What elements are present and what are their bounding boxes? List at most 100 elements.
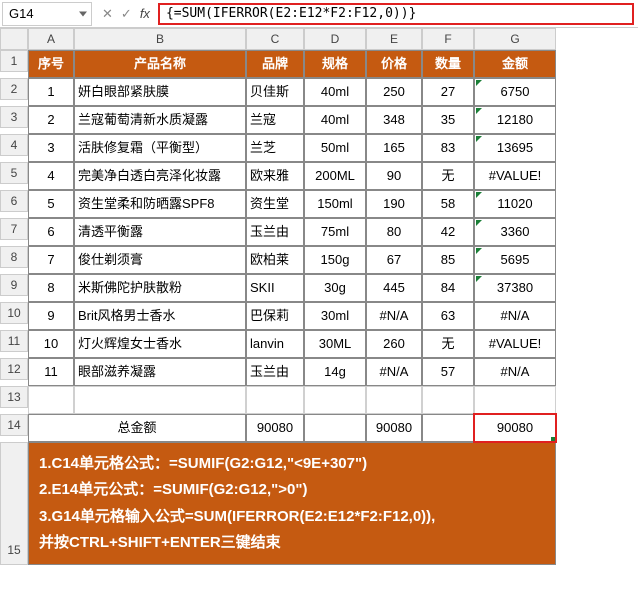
table-cell[interactable]: 90 xyxy=(366,162,422,190)
table-cell[interactable]: Brit风格男士香水 xyxy=(74,302,246,330)
row-head-9[interactable]: 9 xyxy=(0,274,28,296)
table-cell[interactable]: 13695 xyxy=(474,134,556,162)
empty-cell[interactable] xyxy=(422,386,474,414)
table-cell[interactable]: 58 xyxy=(422,190,474,218)
table-cell[interactable]: 35 xyxy=(422,106,474,134)
table-cell[interactable]: 妍白眼部紧肤膜 xyxy=(74,78,246,106)
header-qty[interactable]: 数量 xyxy=(422,50,474,78)
header-seq[interactable]: 序号 xyxy=(28,50,74,78)
row-head-3[interactable]: 3 xyxy=(0,106,28,128)
empty-cell[interactable] xyxy=(74,386,246,414)
table-cell[interactable]: 14g xyxy=(304,358,366,386)
table-cell[interactable]: 67 xyxy=(366,246,422,274)
table-cell[interactable]: 7 xyxy=(28,246,74,274)
table-cell[interactable]: 42 xyxy=(422,218,474,246)
table-cell[interactable]: 眼部滋养凝露 xyxy=(74,358,246,386)
empty-cell[interactable] xyxy=(422,414,474,442)
table-cell[interactable]: 活肤修复霜（平衡型） xyxy=(74,134,246,162)
name-box[interactable]: G14 xyxy=(2,2,92,26)
table-cell[interactable]: 3360 xyxy=(474,218,556,246)
empty-cell[interactable] xyxy=(304,386,366,414)
confirm-icon[interactable]: ✓ xyxy=(121,6,132,22)
table-cell[interactable]: #N/A xyxy=(474,358,556,386)
table-cell[interactable]: 30ML xyxy=(304,330,366,358)
formula-input[interactable]: {=SUM(IFERROR(E2:E12*F2:F12,0))} xyxy=(158,3,634,25)
name-box-dropdown-icon[interactable] xyxy=(79,11,87,16)
empty-cell[interactable] xyxy=(366,386,422,414)
table-cell[interactable]: 50ml xyxy=(304,134,366,162)
table-cell[interactable]: 清透平衡露 xyxy=(74,218,246,246)
table-cell[interactable]: 灯火辉煌女士香水 xyxy=(74,330,246,358)
col-head-E[interactable]: E xyxy=(366,28,422,50)
table-cell[interactable]: 27 xyxy=(422,78,474,106)
table-cell[interactable]: 445 xyxy=(366,274,422,302)
table-cell[interactable]: 83 xyxy=(422,134,474,162)
row-head-8[interactable]: 8 xyxy=(0,246,28,268)
cancel-icon[interactable]: ✕ xyxy=(102,6,113,22)
total-label[interactable]: 总金额 xyxy=(28,414,246,442)
row-head-14[interactable]: 14 xyxy=(0,414,28,436)
row-head-6[interactable]: 6 xyxy=(0,190,28,212)
table-cell[interactable]: 资生堂柔和防晒露SPF8 xyxy=(74,190,246,218)
spreadsheet-grid[interactable]: A B C D E F G 1 序号 产品名称 品牌 规格 价格 数量 金额 2… xyxy=(0,28,638,565)
row-head-7[interactable]: 7 xyxy=(0,218,28,240)
col-head-F[interactable]: F xyxy=(422,28,474,50)
row-head-11[interactable]: 11 xyxy=(0,330,28,352)
select-all-corner[interactable] xyxy=(0,28,28,50)
table-cell[interactable]: 贝佳斯 xyxy=(246,78,304,106)
total-g14-selected[interactable]: 90080 xyxy=(474,414,556,442)
table-cell[interactable]: 260 xyxy=(366,330,422,358)
header-brand[interactable]: 品牌 xyxy=(246,50,304,78)
col-head-B[interactable]: B xyxy=(74,28,246,50)
total-e14[interactable]: 90080 xyxy=(366,414,422,442)
table-cell[interactable]: 37380 xyxy=(474,274,556,302)
table-cell[interactable]: 348 xyxy=(366,106,422,134)
col-head-D[interactable]: D xyxy=(304,28,366,50)
table-cell[interactable]: 6 xyxy=(28,218,74,246)
table-cell[interactable]: 欧柏莱 xyxy=(246,246,304,274)
table-cell[interactable]: 30ml xyxy=(304,302,366,330)
row-head-15[interactable]: 15 xyxy=(0,442,28,565)
table-cell[interactable]: 63 xyxy=(422,302,474,330)
table-cell[interactable]: 85 xyxy=(422,246,474,274)
col-head-A[interactable]: A xyxy=(28,28,74,50)
table-cell[interactable]: 玉兰由 xyxy=(246,218,304,246)
table-cell[interactable]: #N/A xyxy=(366,302,422,330)
table-cell[interactable]: 兰寇葡萄清新水质凝露 xyxy=(74,106,246,134)
row-head-10[interactable]: 10 xyxy=(0,302,28,324)
col-head-C[interactable]: C xyxy=(246,28,304,50)
table-cell[interactable]: 兰芝 xyxy=(246,134,304,162)
row-head-2[interactable]: 2 xyxy=(0,78,28,100)
empty-cell[interactable] xyxy=(474,386,556,414)
table-cell[interactable]: 84 xyxy=(422,274,474,302)
table-cell[interactable]: #VALUE! xyxy=(474,330,556,358)
row-head-12[interactable]: 12 xyxy=(0,358,28,380)
empty-cell[interactable] xyxy=(28,386,74,414)
table-cell[interactable]: 3 xyxy=(28,134,74,162)
empty-cell[interactable] xyxy=(304,414,366,442)
table-cell[interactable]: 4 xyxy=(28,162,74,190)
formula-notes[interactable]: 1.C14单元格公式：=SUMIF(G2:G12,"<9E+307") 2.E1… xyxy=(28,442,556,565)
table-cell[interactable]: 6750 xyxy=(474,78,556,106)
table-cell[interactable]: #VALUE! xyxy=(474,162,556,190)
table-cell[interactable]: 57 xyxy=(422,358,474,386)
table-cell[interactable]: 玉兰由 xyxy=(246,358,304,386)
table-cell[interactable]: 150ml xyxy=(304,190,366,218)
table-cell[interactable]: 米斯佛陀护肤散粉 xyxy=(74,274,246,302)
table-cell[interactable]: 俊仕剃须膏 xyxy=(74,246,246,274)
table-cell[interactable]: 150g xyxy=(304,246,366,274)
table-cell[interactable]: 30g xyxy=(304,274,366,302)
table-cell[interactable]: 5695 xyxy=(474,246,556,274)
table-cell[interactable]: 完美净白透白亮泽化妆露 xyxy=(74,162,246,190)
table-cell[interactable]: 190 xyxy=(366,190,422,218)
table-cell[interactable]: 1 xyxy=(28,78,74,106)
table-cell[interactable]: 资生堂 xyxy=(246,190,304,218)
table-cell[interactable]: 8 xyxy=(28,274,74,302)
row-head-5[interactable]: 5 xyxy=(0,162,28,184)
table-cell[interactable]: 165 xyxy=(366,134,422,162)
row-head-4[interactable]: 4 xyxy=(0,134,28,156)
fx-icon[interactable]: fx xyxy=(140,6,150,21)
header-amt[interactable]: 金额 xyxy=(474,50,556,78)
col-head-G[interactable]: G xyxy=(474,28,556,50)
table-cell[interactable]: 11 xyxy=(28,358,74,386)
